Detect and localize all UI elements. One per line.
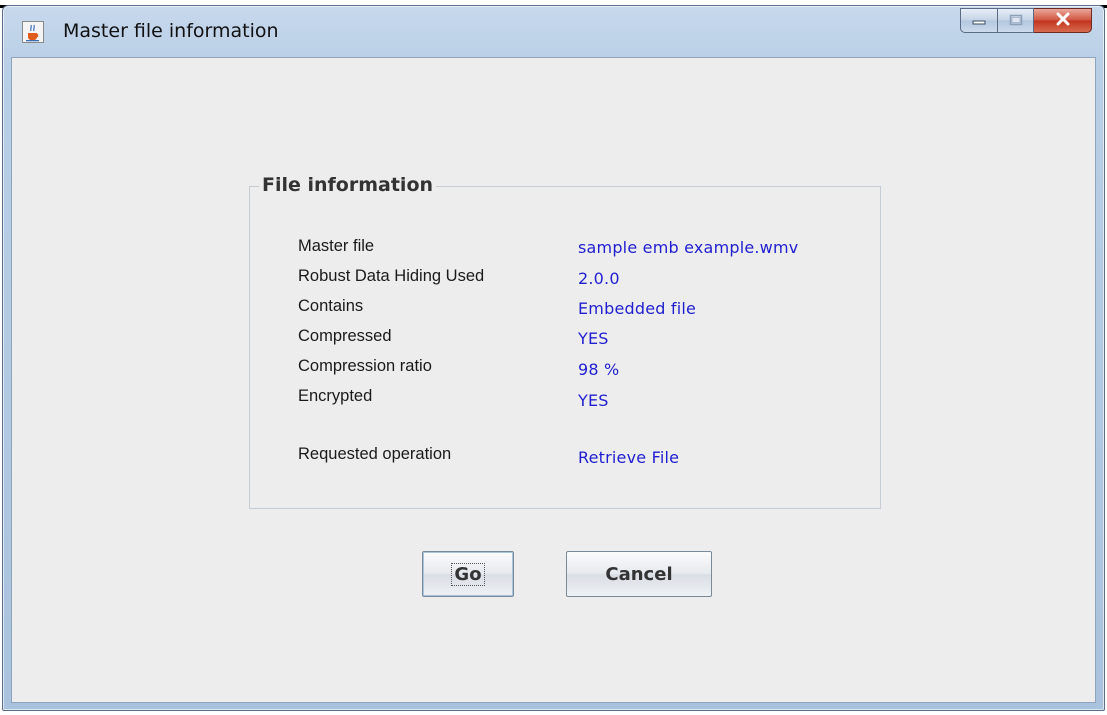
label-compressed: Compressed — [298, 327, 392, 345]
value-compressed: YES — [578, 329, 609, 348]
minimize-button[interactable] — [960, 8, 998, 33]
minimize-icon — [972, 11, 986, 30]
value-encrypted: YES — [578, 391, 609, 410]
java-cup-icon — [22, 21, 44, 43]
maximize-icon — [1009, 11, 1023, 30]
go-button[interactable]: Go — [422, 551, 514, 597]
label-contains: Contains — [298, 297, 364, 315]
title-bar[interactable]: Master file information — [3, 6, 1104, 58]
dialog-window: Master file information File information — [2, 5, 1105, 711]
cancel-button-label: Cancel — [605, 563, 673, 585]
value-contains: Embedded file — [578, 299, 697, 318]
go-button-label: Go — [451, 562, 485, 586]
label-requested-operation: Requested operation — [298, 445, 452, 463]
label-robust-data-hiding: Robust Data Hiding Used — [298, 267, 485, 285]
label-encrypted: Encrypted — [298, 387, 373, 405]
window-title: Master file information — [63, 20, 279, 42]
file-information-group: File information Master file sample emb … — [249, 174, 881, 509]
value-compression-ratio: 98 % — [578, 360, 620, 379]
value-master-file: sample emb example.wmv — [578, 238, 799, 257]
cancel-button[interactable]: Cancel — [566, 551, 712, 597]
caption-buttons — [960, 8, 1092, 34]
label-compression-ratio: Compression ratio — [298, 357, 432, 375]
close-icon — [1055, 11, 1071, 30]
group-title: File information — [259, 174, 437, 196]
dialog-content: File information Master file sample emb … — [11, 57, 1096, 703]
close-button[interactable] — [1034, 8, 1092, 33]
label-master-file: Master file — [298, 237, 375, 255]
value-requested-operation: Retrieve File — [578, 448, 680, 467]
value-robust-data-hiding: 2.0.0 — [578, 269, 620, 288]
maximize-button[interactable] — [998, 8, 1034, 33]
